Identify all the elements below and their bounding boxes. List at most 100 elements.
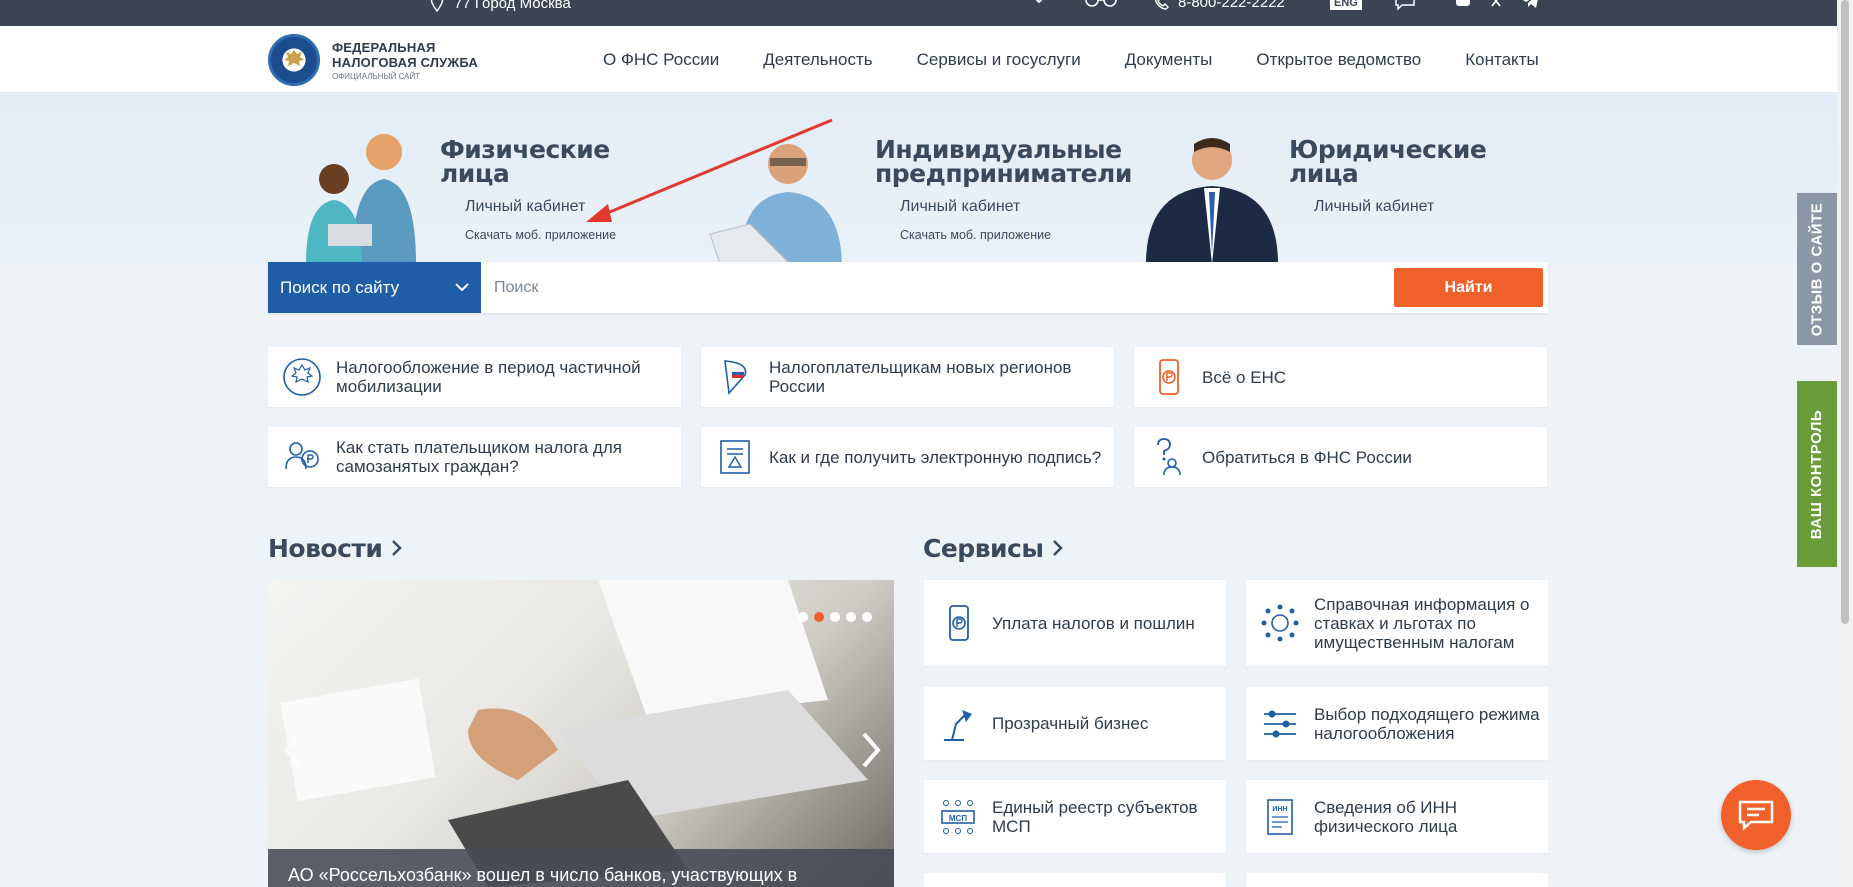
svg-text:ИНН: ИНН <box>1272 806 1287 813</box>
desk-lamp-icon <box>944 709 972 741</box>
nav-open-agency[interactable]: Открытое ведомство <box>1256 50 1421 70</box>
quick-link-label: Всё о ЕНС <box>1202 367 1287 387</box>
map-pin-flag-icon <box>724 360 747 395</box>
nav-about[interactable]: О ФНС России <box>603 50 719 70</box>
news-photo-icon <box>280 580 868 887</box>
slider-dot[interactable] <box>830 612 840 622</box>
chat-bubble-icon <box>1738 800 1774 831</box>
quick-link-label: Налогообложение в период частичной мобил… <box>336 358 641 396</box>
service-label: Выбор подходящего режима налогообложения <box>1314 704 1540 743</box>
service-property-tax-info[interactable]: Справочная информация о ставках и льгота… <box>1246 580 1548 666</box>
quick-link-label: Налогоплательщикам новых регионов России <box>769 358 1072 396</box>
site-logo[interactable]: ФЕДЕРАЛЬНАЯ НАЛОГОВАЯ СЛУЖБА ОФИЦИАЛЬНЫЙ… <box>268 34 478 86</box>
region-selector[interactable]: 77 Город Москва <box>430 0 571 12</box>
services-section-title[interactable]: Сервисы <box>923 534 1064 563</box>
hero-section: Физические лица Личный кабинет Скачать м… <box>0 94 1837 264</box>
news-slider[interactable]: АО «Россельхозбанк» вошел в число банков… <box>268 580 894 887</box>
service-tax-regime[interactable]: Выбор подходящего режима налогообложения <box>1246 687 1548 760</box>
slider-next-arrow-icon[interactable] <box>858 730 884 770</box>
logo-line-1: ФЕДЕРАЛЬНАЯ <box>332 39 436 55</box>
emblem-icon <box>283 358 321 396</box>
annotation-arrow-icon <box>586 118 833 222</box>
language-switch[interactable]: ENG <box>1330 0 1362 10</box>
chevron-right-icon <box>1052 540 1063 556</box>
top-bar: 77 Город Москва 8-800-222-2222 ENG <box>0 0 1837 26</box>
page-scrollbar[interactable] <box>1837 0 1853 887</box>
service-transparent-business[interactable]: Прозрачный бизнес <box>924 687 1226 760</box>
quick-link-label: Обратиться в ФНС России <box>1202 447 1412 467</box>
quick-link-mobilization[interactable]: Налогообложение в период частичной мобил… <box>268 347 681 407</box>
ruble-phone-icon <box>949 605 969 641</box>
service-label: Прозрачный бизнес <box>992 714 1149 733</box>
svg-text:МСП: МСП <box>949 814 967 823</box>
network-emblem-icon <box>1261 604 1299 642</box>
service-label: Справочная информация о ставках и льгота… <box>1314 594 1530 652</box>
feedback-side-tab[interactable]: ОТЗЫВ О САЙТЕ <box>1797 193 1837 345</box>
quick-link-ens[interactable]: Всё о ЕНС <box>1134 347 1547 407</box>
msp-registry-icon: МСП <box>941 799 975 834</box>
news-caption[interactable]: АО «Россельхозбанк» вошел в число банков… <box>268 849 894 887</box>
search-scope-select[interactable]: Поиск по сайту <box>268 262 481 313</box>
slider-dot[interactable] <box>862 612 872 622</box>
search-button[interactable]: Найти <box>1394 268 1543 307</box>
scrollbar-thumb[interactable] <box>1841 0 1849 624</box>
service-inn-info[interactable]: ИНН Сведения об ИНН физического лица <box>1246 780 1548 853</box>
service-label: Уплата налогов и пошлин <box>992 613 1195 633</box>
self-employed-icon <box>285 442 319 470</box>
ruble-phone-icon <box>1159 359 1179 395</box>
phone-icon <box>1154 0 1169 10</box>
service-pay-taxes[interactable]: Уплата налогов и пошлин <box>924 580 1226 666</box>
slider-prev-arrow-icon[interactable] <box>280 730 306 770</box>
logo-line-3: ОФИЦИАЛЬНЫЙ САЙТ <box>332 71 421 81</box>
signature-document-icon <box>720 440 750 474</box>
search-input[interactable] <box>494 262 1394 313</box>
control-side-tab[interactable]: ВАШ КОНТРОЛЬ <box>1797 381 1837 567</box>
inn-document-icon: ИНН <box>1267 798 1293 835</box>
service-label: Сведения об ИНН физического лица <box>1314 797 1458 836</box>
site-header: ФЕДЕРАЛЬНАЯ НАЛОГОВАЯ СЛУЖБА ОФИЦИАЛЬНЫЙ… <box>0 26 1837 93</box>
region-label: 77 Город Москва <box>454 0 571 12</box>
main-nav: О ФНС России Деятельность Сервисы и госу… <box>603 26 1583 93</box>
question-person-icon <box>1157 438 1181 476</box>
sliders-icon <box>1264 710 1296 737</box>
slider-dots <box>798 612 872 622</box>
news-section-title[interactable]: Новости <box>268 534 403 563</box>
feedback-side-tab-label: ОТЗЫВ О САЙТЕ <box>1808 202 1826 336</box>
service-card-partial[interactable] <box>924 873 1226 887</box>
nav-contacts[interactable]: Контакты <box>1465 50 1538 70</box>
chat-button[interactable] <box>1721 780 1791 850</box>
services-title: Сервисы <box>923 534 1044 563</box>
quick-link-self-employed[interactable]: Как стать плательщиком налога для самоза… <box>268 427 681 487</box>
quick-link-new-regions[interactable]: Налогоплательщикам новых регионов России <box>701 347 1114 407</box>
service-label: Единый реестр субъектов МСП <box>992 797 1198 836</box>
phone-link[interactable]: 8-800-222-2222 <box>1154 0 1285 11</box>
chevron-right-icon <box>391 540 402 556</box>
quick-link-e-signature[interactable]: Как и где получить электронную подпись? <box>701 427 1114 487</box>
service-card-partial[interactable] <box>1246 873 1548 887</box>
telegram-icon[interactable] <box>1522 0 1540 8</box>
location-pin-icon <box>430 0 444 12</box>
quick-link-contact-fns[interactable]: Обратиться в ФНС России <box>1134 427 1547 487</box>
chevron-down-icon <box>455 283 469 292</box>
fns-emblem-icon <box>268 34 320 86</box>
search-bar: Поиск по сайту Найти <box>268 262 1548 313</box>
chevron-down-icon[interactable] <box>1032 0 1046 4</box>
quick-link-label: Как стать плательщиком налога для самоза… <box>336 438 622 476</box>
accessibility-glasses-icon[interactable] <box>1084 0 1118 8</box>
logo-line-2: НАЛОГОВАЯ СЛУЖБА <box>332 54 479 70</box>
nav-activity[interactable]: Деятельность <box>763 50 872 70</box>
quick-link-label: Как и где получить электронную подпись? <box>769 447 1102 467</box>
slider-dot[interactable] <box>798 612 808 622</box>
news-title: Новости <box>268 534 383 563</box>
slider-dot[interactable] <box>846 612 856 622</box>
vk-icon[interactable] <box>1455 0 1471 8</box>
ok-icon[interactable] <box>1490 0 1502 10</box>
search-scope-label: Поиск по сайту <box>280 277 400 297</box>
phone-number: 8-800-222-2222 <box>1178 0 1285 11</box>
service-msp-registry[interactable]: МСП Единый реестр субъектов МСП <box>924 780 1226 853</box>
feedback-chat-icon[interactable] <box>1394 0 1420 10</box>
slider-dot-active[interactable] <box>814 612 824 622</box>
nav-services[interactable]: Сервисы и госуслуги <box>917 50 1081 70</box>
nav-documents[interactable]: Документы <box>1125 50 1213 70</box>
control-side-tab-label: ВАШ КОНТРОЛЬ <box>1808 409 1826 539</box>
